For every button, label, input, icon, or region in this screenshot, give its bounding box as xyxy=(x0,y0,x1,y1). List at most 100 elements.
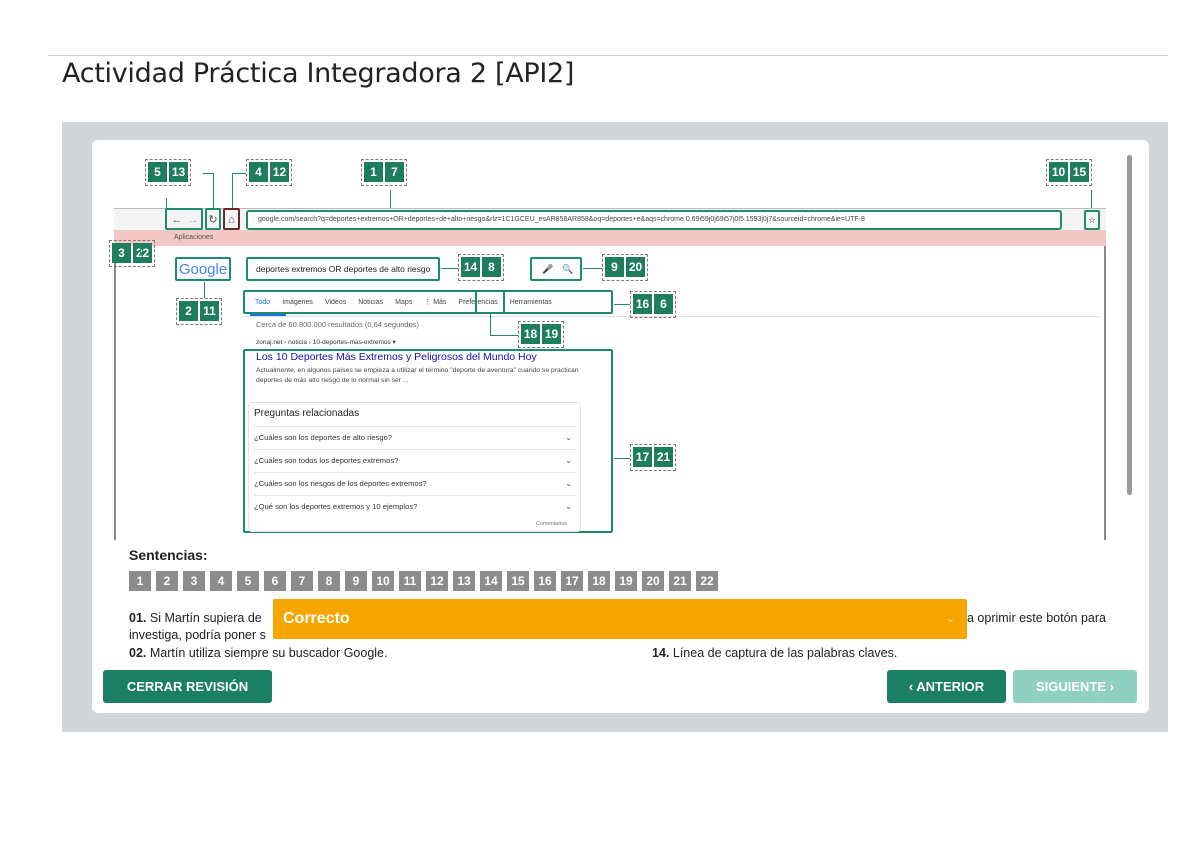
sentence-01-cont: investiga, podría poner s xyxy=(129,628,266,642)
sentence-chip[interactable]: 18 xyxy=(588,571,610,591)
address-bar[interactable]: google.com/search?q=deportes+extremos+OR… xyxy=(246,210,1062,230)
bookmark-star-icon[interactable]: ☆ xyxy=(1084,210,1100,230)
badge-group-nav: 5 13 xyxy=(145,159,191,186)
badge-group-tabs: 16 6 xyxy=(630,291,676,318)
sentence-number: 01. xyxy=(129,611,147,625)
question-text: ¿Cuáles son todos los deportes extremos? xyxy=(254,456,399,465)
connector-line xyxy=(213,173,214,208)
mic-search-box: 🎤 🔍 xyxy=(530,257,582,281)
next-button[interactable]: SIGUIENTE › xyxy=(1013,670,1137,703)
home-icon[interactable]: ⌂ xyxy=(224,212,239,228)
connector-line xyxy=(232,173,246,174)
badge-number: 22 xyxy=(133,243,152,263)
sentence-text: Martín utiliza siempre su buscador Googl… xyxy=(149,646,388,660)
sentence-chip[interactable]: 4 xyxy=(210,571,232,591)
badge-number: 9 xyxy=(605,257,624,277)
badge-number: 21 xyxy=(654,447,673,467)
related-question[interactable]: ¿Cuáles son los riesgos de los deportes … xyxy=(254,472,576,495)
sentence-chip[interactable]: 6 xyxy=(264,571,286,591)
tab-noticias[interactable]: Noticias xyxy=(358,299,383,306)
sentence-chip[interactable]: 17 xyxy=(561,571,583,591)
connector-line xyxy=(490,335,518,336)
page-title: Actividad Práctica Integradora 2 [API2] xyxy=(62,58,575,89)
badge-group-query: 14 8 xyxy=(458,254,504,281)
badge-number: 13 xyxy=(169,162,188,182)
sentence-chip[interactable]: 13 xyxy=(453,571,475,591)
sentence-chip[interactable]: 22 xyxy=(696,571,718,591)
sentence-chip[interactable]: 9 xyxy=(345,571,367,591)
connector-line xyxy=(614,458,630,459)
search-input[interactable]: deportes extremos OR deportes de alto ri… xyxy=(246,257,440,281)
connector-line xyxy=(166,198,167,210)
forward-icon[interactable]: → xyxy=(186,212,200,228)
connector-line xyxy=(614,304,630,305)
sentence-chip[interactable]: 2 xyxy=(156,571,178,591)
sentence-chip[interactable]: 5 xyxy=(237,571,259,591)
previous-button[interactable]: ‹ ANTERIOR xyxy=(887,670,1006,703)
sentence-chip[interactable]: 1 xyxy=(129,571,151,591)
feedback-text: Correcto xyxy=(283,610,350,627)
sentence-right-text: a oprimir este botón para xyxy=(967,611,1106,625)
mic-icon[interactable]: 🎤 xyxy=(542,264,553,274)
tab-videos[interactable]: Videos xyxy=(325,299,346,306)
badge-number: 14 xyxy=(461,257,480,277)
top-divider xyxy=(48,55,1168,56)
badge-number: 1 xyxy=(364,162,383,182)
sentence-chip[interactable]: 11 xyxy=(399,571,421,591)
related-question[interactable]: ¿Cuáles son los deportes de alto riesgo?… xyxy=(254,426,576,449)
sentence-chip[interactable]: 10 xyxy=(372,571,394,591)
tab-todo[interactable]: Todo xyxy=(255,299,270,306)
badge-group-star: 10 15 xyxy=(1046,159,1092,186)
sentence-chip[interactable]: 7 xyxy=(291,571,313,591)
feedback-banner[interactable]: Correcto ⌄ xyxy=(273,599,967,639)
sentence-chip[interactable]: 12 xyxy=(426,571,448,591)
related-question[interactable]: ¿Cuáles son todos los deportes extremos?… xyxy=(254,449,576,472)
chevron-down-icon: ⌄ xyxy=(565,433,572,442)
comments-link[interactable]: Comentarios xyxy=(536,521,567,527)
sentence-02: 02. Martín utiliza siempre su buscador G… xyxy=(129,644,388,662)
tab-maps[interactable]: Maps xyxy=(395,299,412,306)
tab-imagenes[interactable]: Imágenes xyxy=(282,299,313,306)
result-count: Cerca de 60.800.000 resultados (0,64 seg… xyxy=(256,320,420,329)
related-question[interactable]: ¿Qué son los deportes extremos y 10 ejem… xyxy=(254,495,576,518)
sentences-label: Sentencias: xyxy=(129,547,208,563)
close-review-button[interactable]: CERRAR REVISIÓN xyxy=(103,670,272,703)
connector-line xyxy=(490,314,491,335)
badge-number: 15 xyxy=(1070,162,1089,182)
badge-number: 20 xyxy=(626,257,645,277)
sentence-chip[interactable]: 19 xyxy=(615,571,637,591)
connector-line xyxy=(390,190,391,208)
sentence-chip[interactable]: 20 xyxy=(642,571,664,591)
badge-number: 10 xyxy=(1049,162,1068,182)
sentence-chip[interactable]: 21 xyxy=(669,571,691,591)
sentence-chip[interactable]: 16 xyxy=(534,571,556,591)
result-title-link[interactable]: Los 10 Deportes Más Extremos y Peligroso… xyxy=(256,351,537,363)
tab-mas[interactable]: ⋮ Más xyxy=(424,298,446,306)
sentence-number: 14. xyxy=(652,646,670,660)
chevron-down-icon[interactable]: ⌄ xyxy=(946,599,955,639)
badge-number: 18 xyxy=(521,324,540,344)
google-logo-text: Google xyxy=(178,261,228,278)
badge-number: 19 xyxy=(542,324,561,344)
badge-group-mic: 9 20 xyxy=(602,254,648,281)
reload-icon[interactable]: ↻ xyxy=(206,212,220,228)
tab-herramientas[interactable]: Herramientas xyxy=(510,299,552,306)
sentence-chips: 1 2 3 4 5 6 7 8 9 10 11 12 13 14 15 16 17 18 19 20 21 22 xyxy=(129,571,718,591)
search-icon[interactable]: 🔍 xyxy=(562,264,573,274)
result-cite[interactable]: zonaj.net › noticia › 10-deportes-mas-ex… xyxy=(256,338,396,346)
badge-group-url: 17 xyxy=(361,159,407,186)
sentence-chip[interactable]: 15 xyxy=(507,571,529,591)
badge-number: 5 xyxy=(148,162,167,182)
sentence-chip[interactable]: 14 xyxy=(480,571,502,591)
google-logo: Google xyxy=(175,257,231,281)
badge-group-logo: 2 11 xyxy=(176,298,222,325)
badge-number: 8 xyxy=(482,257,501,277)
badge-number: 6 xyxy=(654,294,673,314)
sentence-chip[interactable]: 8 xyxy=(318,571,340,591)
connector-line xyxy=(583,268,602,269)
sentence-chip[interactable]: 3 xyxy=(183,571,205,591)
back-icon[interactable]: ← xyxy=(170,212,184,228)
scrollbar[interactable] xyxy=(1127,155,1132,495)
sentence-14: 14. Línea de captura de las palabras cla… xyxy=(652,644,897,662)
badge-number: 16 xyxy=(633,294,652,314)
